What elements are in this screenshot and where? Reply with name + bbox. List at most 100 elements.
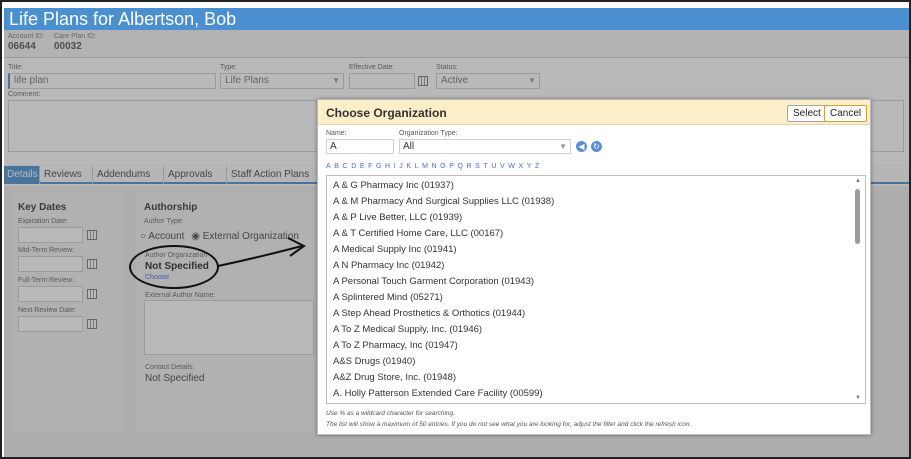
alphabet-letter[interactable]: B [334, 163, 339, 170]
key-dates-heading: Key Dates [18, 202, 67, 213]
title-input[interactable]: life plan [8, 73, 216, 89]
list-item[interactable]: A N Pharmacy Inc (01942) [333, 260, 444, 271]
alphabet-letter[interactable]: Z [535, 163, 539, 170]
account-id-value: 06644 [8, 41, 36, 52]
chevron-down-icon: ▼ [559, 142, 567, 151]
alphabet-letter[interactable]: S [475, 163, 480, 170]
dialog-title: Choose Organization [326, 106, 447, 120]
tab-staff-action-plans[interactable]: Staff Action Plans (0) [228, 166, 318, 198]
full-term-input[interactable] [18, 286, 83, 302]
list-item[interactable]: A Personal Touch Garment Corporation (01… [333, 276, 534, 287]
calendar-icon[interactable] [87, 230, 97, 240]
effective-date-input[interactable] [349, 73, 415, 89]
chevron-down-icon: ▼ [332, 76, 340, 85]
list-item[interactable]: A&Z Drug Store, Inc. (01948) [333, 372, 456, 383]
org-type-select[interactable]: All ▼ [399, 139, 571, 154]
status-select[interactable]: Active ▼ [436, 73, 540, 89]
tab-details[interactable]: Details [4, 166, 40, 184]
mid-term-input[interactable] [18, 256, 83, 272]
chevron-down-icon: ▼ [528, 76, 536, 85]
care-plan-id-block: Care Plan ID: 00032 [54, 33, 96, 52]
alphabet-letter[interactable]: K [406, 163, 411, 170]
contact-label: Contact Details: [145, 364, 195, 371]
calendar-icon[interactable] [87, 259, 97, 269]
alphabet-letter[interactable]: E [360, 163, 365, 170]
list-item[interactable]: A Step Ahead Prosthetics & Orthotics (01… [333, 308, 525, 319]
alphabet-letter[interactable]: P [449, 163, 454, 170]
list-item[interactable]: A&S Drugs (01940) [333, 356, 415, 367]
scrollbar[interactable]: ▲ ▼ [852, 176, 865, 403]
alphabet-letter[interactable]: J [399, 163, 403, 170]
alphabet-letter[interactable]: C [343, 163, 348, 170]
alphabet-letter[interactable]: X [518, 163, 523, 170]
alphabet-letter[interactable]: I [394, 163, 396, 170]
next-review-input[interactable] [18, 316, 83, 332]
alphabet-letter[interactable]: D [351, 163, 356, 170]
comment-label: Comment: [8, 91, 41, 98]
back-icon[interactable]: ◀ [576, 141, 587, 152]
external-author-label: External Author Name: [145, 292, 216, 299]
calendar-icon[interactable] [418, 76, 428, 86]
select-button[interactable]: Select [787, 105, 827, 122]
effective-date-label: Effective Date: [349, 64, 395, 71]
alphabet-letter[interactable]: V [500, 163, 505, 170]
name-input[interactable]: A [326, 139, 394, 154]
account-id-block: Account ID: 06644 [8, 33, 44, 52]
alphabet-letter[interactable]: M [422, 163, 428, 170]
tab-reviews[interactable]: Reviews (0) [41, 166, 93, 198]
scroll-up-icon[interactable]: ▲ [855, 178, 861, 184]
author-type-label: Author Type: [144, 218, 184, 225]
title-label: Title: [8, 64, 23, 71]
alphabet-letter[interactable]: H [385, 163, 390, 170]
dialog-header: Choose Organization Select Cancel [318, 100, 870, 125]
alphabet-letter[interactable]: L [415, 163, 419, 170]
list-item[interactable]: A Medical Supply Inc (01941) [333, 244, 457, 255]
tab-approvals[interactable]: Approvals (2) [165, 166, 227, 198]
account-id-label: Account ID: [8, 33, 45, 40]
cancel-button[interactable]: Cancel [824, 105, 868, 122]
calendar-icon[interactable] [87, 319, 97, 329]
external-author-textarea[interactable] [144, 300, 314, 355]
calendar-icon[interactable] [87, 289, 97, 299]
alphabet-letter[interactable]: W [508, 163, 515, 170]
tab-addendums[interactable]: Addendums (1) [94, 166, 164, 198]
care-plan-id-value: 00032 [54, 41, 82, 52]
mid-term-label: Mid-Term Review: [18, 247, 75, 254]
alphabet-letter[interactable]: R [467, 163, 472, 170]
alphabet-letter[interactable]: Q [457, 163, 463, 170]
alphabet-letter[interactable]: A [326, 163, 331, 170]
alphabet-letter[interactable]: F [368, 163, 372, 170]
organization-list[interactable]: A & G Pharmacy Inc (01937) A & M Pharmacy… [326, 175, 866, 404]
list-item[interactable]: A & T Certified Home Care, LLC (00167) [333, 228, 503, 239]
expiration-input[interactable] [18, 227, 83, 243]
alphabet-letter[interactable]: Y [527, 163, 532, 170]
alphabet-filter: ABCDEFGHIJKLMNOPQRSTUVWXYZ [326, 163, 543, 170]
list-item[interactable]: A & G Pharmacy Inc (01937) [333, 180, 454, 191]
list-item[interactable]: A Splintered Mind (05271) [333, 292, 443, 303]
status-label: Status: [436, 64, 458, 71]
alphabet-letter[interactable]: G [376, 163, 382, 170]
type-select[interactable]: Life Plans ▼ [220, 73, 344, 89]
list-item[interactable]: A & P Live Better, LLC (01939) [333, 212, 462, 223]
radio-external[interactable]: ◉ [191, 231, 203, 242]
wildcard-note: Use % as a wildcard character for search… [326, 410, 455, 417]
list-item[interactable]: A & M Pharmacy And Surgical Supplies LLC… [333, 196, 554, 207]
refresh-icon[interactable]: ↻ [591, 141, 602, 152]
next-review-label: Next Review Date: [18, 307, 76, 314]
contact-value: Not Specified [145, 373, 205, 384]
alphabet-letter[interactable]: N [432, 163, 437, 170]
type-value: Life Plans [225, 75, 269, 86]
name-label: Name: [326, 130, 347, 137]
id-strip: Account ID: 06644 Care Plan ID: 00032 [4, 30, 909, 58]
list-item[interactable]: A. Holly Patterson Extended Care Facilit… [333, 388, 543, 399]
scroll-thumb[interactable] [855, 189, 860, 244]
list-item[interactable]: A To Z Pharmacy, Inc (01947) [333, 340, 458, 351]
alphabet-letter[interactable]: U [491, 163, 496, 170]
alphabet-letter[interactable]: O [440, 163, 446, 170]
scroll-down-icon[interactable]: ▼ [855, 395, 861, 401]
alphabet-letter[interactable]: T [483, 163, 487, 170]
status-value: Active [441, 75, 469, 86]
list-item[interactable]: A To Z Medical Supply, Inc. (01946) [333, 324, 482, 335]
radio-account-label: Account [148, 231, 185, 242]
annotation-arrow-icon [217, 237, 306, 267]
